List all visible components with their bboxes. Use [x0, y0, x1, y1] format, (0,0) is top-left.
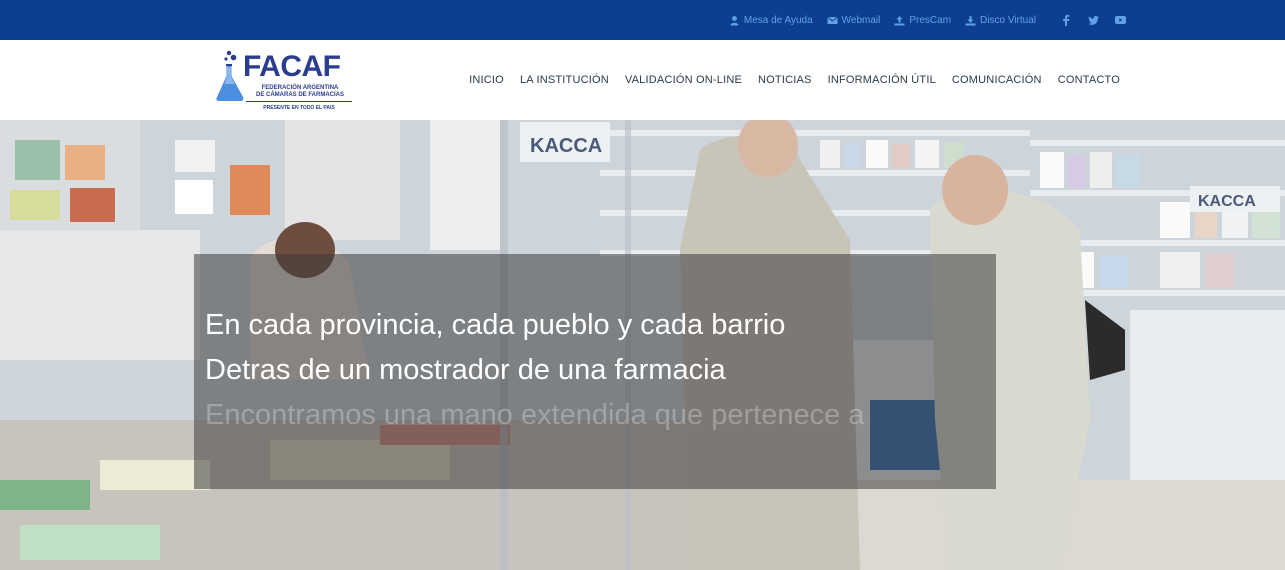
prescam-link[interactable]: PresCam — [894, 15, 951, 26]
svg-text:KACCA: KACCA — [1198, 193, 1256, 210]
disco-virtual-label: Disco Virtual — [980, 14, 1036, 26]
logo-subtitle-line1: FEDERACIÓN ARGENTINA — [261, 85, 339, 91]
social-links — [1046, 13, 1127, 27]
hero-caption-box: En cada provincia, cada pueblo y cada ba… — [194, 254, 996, 489]
hero-slider: KACCA KACCA En cada provincia, cada pueb… — [0, 120, 1285, 570]
logo-subtitle: FEDERACIÓN ARGENTINA DE CÁMARAS DE FARMA… — [248, 85, 352, 99]
nav-item-la-institucion[interactable]: LA INSTITUCIÓN — [520, 74, 609, 86]
facaf-logo[interactable]: FACAF FEDERACIÓN ARGENTINA DE CÁMARAS DE… — [216, 50, 356, 114]
mesa-de-ayuda-link[interactable]: Mesa de Ayuda — [729, 15, 813, 26]
hero-line-3: Encontramos una mano extendida que perte… — [205, 399, 865, 431]
flask-icon — [216, 50, 244, 101]
nav-item-informacion-util[interactable]: INFORMACIÓN ÚTIL — [828, 74, 936, 86]
site-header: FACAF FEDERACIÓN ARGENTINA DE CÁMARAS DE… — [0, 40, 1285, 120]
disco-virtual-link[interactable]: Disco Virtual — [965, 15, 1036, 26]
nav-item-comunicacion[interactable]: COMUNICACIÓN — [952, 74, 1042, 86]
webmail-label: Webmail — [841, 14, 881, 26]
webmail-link[interactable]: Webmail — [826, 14, 881, 26]
download-icon — [965, 15, 976, 26]
twitter-icon[interactable] — [1086, 13, 1100, 27]
nav-item-noticias[interactable]: NOTICIAS — [758, 74, 812, 86]
upload-icon — [894, 15, 905, 26]
logo-tagline: PRESENTE EN TODO EL PAIS — [263, 105, 335, 111]
nav-item-inicio[interactable]: INICIO — [469, 74, 504, 86]
logo-wordmark: FACAF — [243, 50, 341, 83]
youtube-icon[interactable] — [1113, 13, 1127, 27]
logo-subtitle-line2: DE CÁMARAS DE FARMACIAS — [255, 92, 344, 98]
svg-text:KACCA: KACCA — [530, 135, 602, 157]
top-utility-bar: Mesa de Ayuda Webmail PresCam Disco Virt… — [0, 0, 1285, 40]
facebook-icon[interactable] — [1059, 13, 1073, 27]
prescam-label: PresCam — [909, 14, 952, 26]
hero-line-1: En cada provincia, cada pueblo y cada ba… — [205, 309, 786, 341]
nav-item-validacion-online[interactable]: VALIDACIÓN ON-LINE — [625, 74, 742, 86]
nav-item-contacto[interactable]: CONTACTO — [1058, 74, 1120, 86]
headset-icon — [729, 15, 740, 26]
logo-divider — [246, 101, 352, 102]
mesa-de-ayuda-label: Mesa de Ayuda — [743, 14, 813, 26]
hero-line-2: Detras de un mostrador de una farmacia — [205, 354, 726, 386]
envelope-icon — [826, 15, 838, 26]
main-nav: INICIO LA INSTITUCIÓN VALIDACIÓN ON-LINE… — [453, 40, 1120, 120]
